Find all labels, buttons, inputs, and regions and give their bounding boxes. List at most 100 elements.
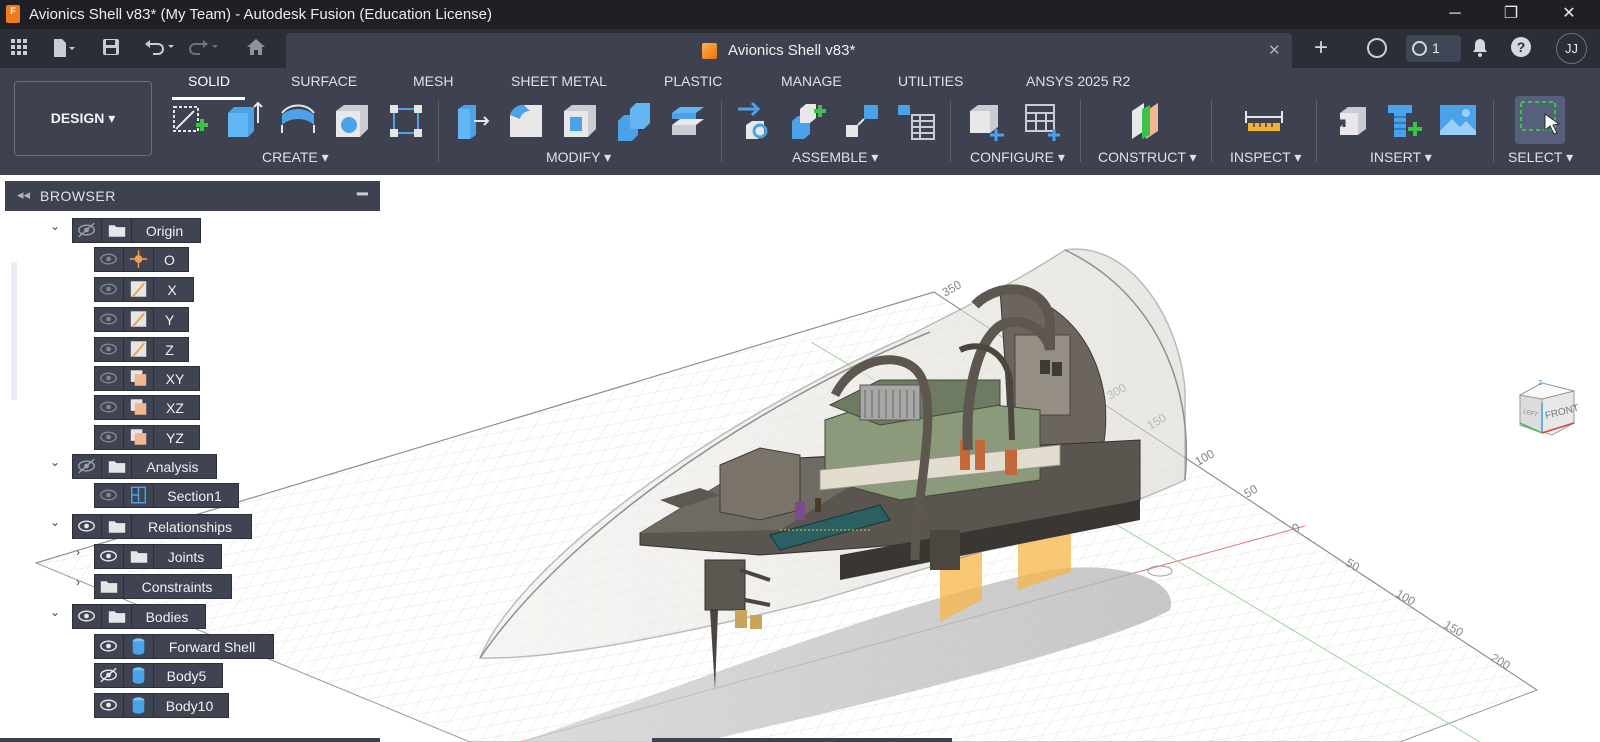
tree-node-body10[interactable]: Body10 xyxy=(94,693,229,718)
shell-icon[interactable] xyxy=(560,101,600,141)
collapse-browser-icon[interactable]: ◂◂ xyxy=(17,187,30,203)
tree-node-yz-plane[interactable]: YZ xyxy=(94,425,200,450)
construct-group-label[interactable]: CONSTRUCT ▾ xyxy=(1098,149,1197,166)
tab-surface[interactable]: SURFACE xyxy=(291,73,357,95)
joint-icon[interactable] xyxy=(734,101,774,141)
tree-node-label: Relationships xyxy=(147,519,233,535)
tree-node-origin-point[interactable]: O xyxy=(94,247,189,272)
title-bar: F Avionics Shell v83* (My Team) - Autode… xyxy=(0,0,1600,29)
tree-node-relationships[interactable]: Relationships xyxy=(72,514,252,539)
tree-node-y-axis[interactable]: Y xyxy=(94,307,189,332)
tree-node-label: XY xyxy=(165,371,185,387)
tab-manage[interactable]: MANAGE xyxy=(781,73,842,95)
window-title: Avionics Shell v83* (My Team) - Autodesk… xyxy=(29,6,493,23)
tab-solid[interactable]: SOLID xyxy=(188,73,230,95)
quick-access-bar: Avionics Shell v83* ✕ + 1 ? JJ xyxy=(0,29,1600,68)
expand-chevron-icon[interactable]: ⌄ xyxy=(48,455,62,469)
rigid-group-icon[interactable] xyxy=(842,101,882,141)
notification-bell-icon[interactable] xyxy=(1471,38,1489,63)
ribbon-separator xyxy=(950,100,951,162)
viewcube[interactable]: FRONT LEFT Z xyxy=(1512,377,1587,447)
insert-group-label[interactable]: INSERT ▾ xyxy=(1370,149,1432,166)
tree-node-z-axis[interactable]: Z xyxy=(94,337,189,362)
tab-sheet-metal[interactable]: SHEET METAL xyxy=(511,73,607,95)
ribbon-separator xyxy=(1080,100,1081,162)
pattern-icon[interactable] xyxy=(386,101,426,141)
inspect-group-label[interactable]: INSPECT ▾ xyxy=(1230,149,1301,166)
tab-plastic[interactable]: PLASTIC xyxy=(664,73,722,95)
select-group-label[interactable]: SELECT ▾ xyxy=(1508,149,1573,166)
grid-label: 350 xyxy=(940,277,965,299)
file-menu-icon[interactable] xyxy=(52,38,75,60)
redo-icon[interactable] xyxy=(186,38,220,60)
tree-node-label: Joints xyxy=(167,549,205,565)
collapsed-chevron-icon[interactable]: › xyxy=(71,545,85,559)
maximize-button[interactable]: ❐ xyxy=(1488,0,1534,29)
home-icon[interactable] xyxy=(245,38,267,60)
bill-of-materials-icon[interactable] xyxy=(896,101,936,141)
select-tool-button[interactable] xyxy=(1515,96,1565,144)
document-tab[interactable]: Avionics Shell v83* ✕ xyxy=(286,33,1292,68)
tab-ansys[interactable]: ANSYS 2025 R2 xyxy=(1026,73,1130,95)
tree-node-label: Constraints xyxy=(141,579,213,595)
offset-face-icon[interactable] xyxy=(668,101,708,141)
tab-mesh[interactable]: MESH xyxy=(413,73,453,95)
expand-chevron-icon[interactable]: ⌄ xyxy=(48,219,62,233)
undo-icon[interactable] xyxy=(143,38,177,60)
tree-node-label: Section1 xyxy=(167,488,222,504)
ribbon-separator xyxy=(721,100,722,162)
data-panel-icon[interactable] xyxy=(8,38,30,60)
expand-chevron-icon[interactable]: ⌄ xyxy=(48,515,62,529)
tree-node-label: Forward Shell xyxy=(168,639,256,655)
insert-canvas-icon[interactable] xyxy=(1438,101,1478,141)
tree-node-joints[interactable]: Joints xyxy=(94,544,222,569)
press-pull-icon[interactable] xyxy=(452,101,492,141)
new-tab-icon[interactable]: + xyxy=(1314,36,1328,60)
tree-node-section1[interactable]: Section1 xyxy=(94,483,239,508)
job-count-badge[interactable]: 1 xyxy=(1406,35,1461,62)
collapsed-chevron-icon[interactable]: › xyxy=(71,575,85,589)
configure-group-label[interactable]: CONFIGURE ▾ xyxy=(970,149,1065,166)
insert-derive-icon[interactable] xyxy=(1330,101,1370,141)
insert-mcmaster-icon[interactable] xyxy=(1384,101,1424,141)
job-status-icon[interactable] xyxy=(1367,38,1387,58)
tab-utilities[interactable]: UTILITIES xyxy=(898,73,963,95)
revolve-icon[interactable] xyxy=(278,101,318,141)
workspace-switcher-button[interactable]: DESIGN ▾ xyxy=(14,81,152,156)
tree-node-body5[interactable]: Body5 xyxy=(94,663,223,688)
expand-chevron-icon[interactable]: ⌄ xyxy=(48,605,62,619)
tree-node-analysis[interactable]: Analysis xyxy=(72,454,217,479)
tree-node-bodies[interactable]: Bodies xyxy=(72,604,206,629)
tree-node-x-axis[interactable]: X xyxy=(94,277,194,302)
new-component-icon[interactable] xyxy=(788,101,828,141)
help-icon[interactable]: ? xyxy=(1511,37,1531,57)
create-group-label[interactable]: CREATE ▾ xyxy=(262,149,329,166)
minimize-button[interactable]: ─ xyxy=(1432,0,1478,29)
configuration-table-icon[interactable] xyxy=(1022,101,1062,141)
tree-node-forward-shell[interactable]: Forward Shell xyxy=(94,634,274,659)
hole-icon[interactable] xyxy=(332,101,372,141)
create-sketch-icon[interactable] xyxy=(170,101,210,141)
offset-plane-icon[interactable] xyxy=(1126,101,1166,141)
save-icon[interactable] xyxy=(100,38,122,60)
measure-icon[interactable] xyxy=(1244,101,1284,141)
tree-node-label: Y xyxy=(164,312,175,328)
tree-node-xy-plane[interactable]: XY xyxy=(94,366,200,391)
clock-icon xyxy=(1412,41,1427,56)
close-window-button[interactable]: ✕ xyxy=(1546,0,1592,29)
extrude-icon[interactable] xyxy=(224,101,264,141)
fillet-icon[interactable] xyxy=(506,101,546,141)
tree-node-origin[interactable]: Origin xyxy=(72,218,201,243)
tree-node-constraints[interactable]: Constraints xyxy=(94,574,232,599)
combine-icon[interactable] xyxy=(614,101,654,141)
browser-panel-header[interactable]: ◂◂ BROWSER ━ xyxy=(5,181,380,211)
assemble-group-label[interactable]: ASSEMBLE ▾ xyxy=(792,149,878,166)
modify-group-label[interactable]: MODIFY ▾ xyxy=(546,149,611,166)
browser-tree: ⌄ Origin O X Y Z XY XZ YZ ⌄ Analysis Sec… xyxy=(0,211,380,742)
configure-design-icon[interactable] xyxy=(966,101,1006,141)
tree-node-xz-plane[interactable]: XZ xyxy=(94,395,200,420)
minimize-browser-icon[interactable]: ━ xyxy=(357,184,368,205)
close-tab-button[interactable]: ✕ xyxy=(1268,41,1281,59)
user-avatar[interactable]: JJ xyxy=(1556,33,1587,64)
status-strip xyxy=(652,738,952,742)
